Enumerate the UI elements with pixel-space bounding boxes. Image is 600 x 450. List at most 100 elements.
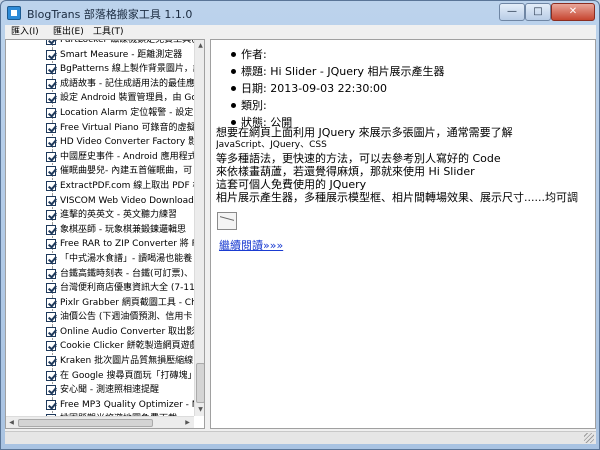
checkbox-checked-icon[interactable] — [46, 64, 56, 75]
window-title: BlogTrans 部落格搬家工具 1.1.0 — [27, 8, 193, 21]
vertical-scrollbar[interactable]: ▲ ▼ — [194, 40, 204, 416]
menu-tools[interactable]: 工具(T) — [93, 25, 124, 39]
post-list-item[interactable]: 進擊的英英文 - 英文聽力練習 — [6, 208, 194, 223]
scroll-left-icon[interactable]: ◀ — [6, 417, 17, 428]
meta-title-text: 標題: Hi Slider - JQuery 相片展示產生器 — [241, 65, 445, 78]
post-list-item[interactable]: Free RAR to ZIP Converter 將 RA — [6, 237, 194, 252]
meta-title: 標題: Hi Slider - JQuery 相片展示產生器 — [221, 63, 591, 80]
horizontal-scrollbar[interactable]: ◀ ▶ — [6, 416, 194, 428]
menu-export[interactable]: 匯出(E) — [53, 25, 84, 39]
post-list-item-label: 油價公告 (下週油價預測、信用卡 — [60, 312, 193, 323]
post-image-placeholder-icon — [217, 212, 237, 230]
post-list-item-label: VISCOM Web Video Downloader — [60, 195, 194, 206]
post-list-item[interactable]: 安心聞 - 測速照相速提醒 — [6, 383, 194, 398]
post-list-item[interactable]: PartLocker 磁碟機鎖定免費工具( — [6, 39, 194, 48]
checkbox-checked-icon[interactable] — [46, 356, 56, 367]
checkbox-checked-icon[interactable] — [46, 40, 56, 45]
post-list-item[interactable]: 象棋巫師 - 玩象棋兼鍛鍊邏輯思 — [6, 222, 194, 238]
post-list-item[interactable]: Free MP3 Quality Optimizer - MP — [6, 397, 194, 413]
checkbox-checked-icon[interactable] — [46, 370, 56, 381]
meta-category-text: 類別: — [241, 99, 267, 112]
post-list-item[interactable]: Pixlr Grabber 網頁截圖工具 - Chr — [6, 295, 194, 311]
checkbox-checked-icon[interactable] — [46, 49, 56, 60]
menu-bar: 匯入(I) 匯出(E) 工具(T) — [5, 25, 596, 39]
post-list-item-label: 中國歷史事件 - Android 應用程式 — [60, 151, 194, 162]
checkbox-checked-icon[interactable] — [46, 166, 56, 177]
checkbox-checked-icon[interactable] — [46, 297, 56, 308]
minimize-button[interactable]: — — [499, 3, 525, 21]
menu-import[interactable]: 匯入(I) — [11, 25, 39, 39]
post-list-item[interactable]: 在 Google 搜尋頁面玩「打磚塊」 — [6, 368, 194, 384]
status-bar — [5, 431, 596, 444]
checkbox-checked-icon[interactable] — [46, 385, 56, 396]
bullet-icon — [231, 52, 236, 57]
post-list-item[interactable]: 油價公告 (下週油價預測、信用卡 — [6, 310, 194, 325]
app-icon — [7, 6, 21, 20]
checkbox-checked-icon[interactable] — [46, 253, 56, 264]
post-list-item-label: Location Alarm 定位報警 - 設定鬧 — [60, 107, 194, 118]
post-list-item-label: 「中式湯水食譜」- 讀喝湯也能養 — [60, 253, 193, 264]
checkbox-checked-icon[interactable] — [46, 93, 56, 104]
title-bar[interactable]: BlogTrans 部落格搬家工具 1.1.0 — □ ✕ — [1, 1, 599, 25]
checkbox-checked-icon[interactable] — [46, 341, 56, 352]
post-list-item-label: Kraken 批次圖片品質無損壓縮線 — [60, 356, 194, 367]
resize-grip-icon[interactable] — [584, 433, 594, 443]
post-list-item[interactable]: 設定 Android 裝置管理員，由 Go — [6, 91, 194, 106]
post-list-item-label: 在 Google 搜尋頁面玩「打磚塊」 — [60, 370, 194, 381]
checkbox-checked-icon[interactable] — [46, 78, 56, 89]
post-list-item-label: ExtractPDF.com 線上取出 PDF 檔 — [60, 180, 194, 191]
checkbox-checked-icon[interactable] — [46, 107, 56, 118]
meta-author-text: 作者: — [241, 48, 267, 61]
checkbox-checked-icon[interactable] — [46, 210, 56, 221]
checkbox-checked-icon[interactable] — [46, 283, 56, 294]
checkbox-checked-icon[interactable] — [46, 151, 56, 162]
post-list-item[interactable]: Smart Measure - 距離測定器 — [6, 47, 194, 63]
post-list-item[interactable]: Free Virtual Piano 可錄音的虛擬鋼 — [6, 120, 194, 136]
post-list-item[interactable]: Location Alarm 定位報警 - 設定鬧 — [6, 105, 194, 121]
scroll-right-icon[interactable]: ▶ — [182, 417, 193, 428]
horizontal-scroll-thumb[interactable] — [18, 419, 153, 427]
vertical-scroll-thumb[interactable] — [196, 363, 204, 403]
post-list-item[interactable]: ExtractPDF.com 線上取出 PDF 檔 — [6, 178, 194, 194]
post-list-item[interactable]: 「中式湯水食譜」- 讀喝湯也能養 — [6, 251, 194, 267]
post-list-item-label: Pixlr Grabber 網頁截圖工具 - Chr — [60, 297, 194, 308]
checkbox-checked-icon[interactable] — [46, 399, 56, 410]
post-list-item[interactable]: VISCOM Web Video Downloader — [6, 193, 194, 209]
scroll-down-icon[interactable]: ▼ — [195, 404, 204, 415]
maximize-button[interactable]: □ — [525, 3, 551, 21]
post-list-item-label: 象棋巫師 - 玩象棋兼鍛鍊邏輯思 — [60, 224, 186, 235]
post-list-item-label: Free MP3 Quality Optimizer - MP — [60, 399, 194, 410]
checkbox-checked-icon[interactable] — [46, 180, 56, 191]
post-list-item[interactable]: 台鐵高鐵時刻表 - 台鐵(可訂票)、 — [6, 266, 194, 282]
post-body-line: 等多種語法，更快速的方法，可以去參考別人寫好的 Code — [216, 152, 501, 165]
post-list-item[interactable]: 台灣便利商店優惠資訊大全 (7-11 — [6, 281, 194, 296]
meta-date: 日期: 2013-09-03 22:30:00 — [221, 80, 591, 97]
meta-author: 作者: — [221, 46, 591, 63]
post-list-item[interactable]: 中國歷史事件 - Android 應用程式 — [6, 149, 194, 165]
bullet-icon — [231, 69, 236, 74]
checkbox-checked-icon[interactable] — [46, 137, 56, 148]
post-list-item-label: Free RAR to ZIP Converter 將 RA — [60, 239, 194, 250]
post-list-item-label: PartLocker 磁碟機鎖定免費工具( — [60, 39, 194, 45]
checkbox-checked-icon[interactable] — [46, 195, 56, 206]
close-button[interactable]: ✕ — [551, 3, 595, 21]
post-list-item[interactable]: HD Video Converter Factory 影片 — [6, 135, 194, 150]
post-list: PartLocker 磁碟機鎖定免費工具( Smart Measure - 距離測… — [6, 39, 194, 428]
post-list-item[interactable]: BgPatterns 線上製作背景圖片，讓 — [6, 62, 194, 77]
checkbox-checked-icon[interactable] — [46, 312, 56, 323]
checkbox-checked-icon[interactable] — [46, 224, 56, 235]
post-list-item[interactable]: 成語故事 - 記住成語用法的最佳應 — [6, 76, 194, 92]
checkbox-checked-icon[interactable] — [46, 326, 56, 337]
scroll-up-icon[interactable]: ▲ — [195, 40, 204, 51]
post-list-item[interactable]: Online Audio Converter 取出影片 — [6, 324, 194, 340]
read-more-link[interactable]: 繼續閱讀»»» — [219, 237, 283, 253]
post-list-item[interactable]: 催眠曲嬰兒- 內建五首催眠曲，可 — [6, 164, 194, 179]
checkbox-checked-icon[interactable] — [46, 268, 56, 279]
post-body-line: 相片展示產生器，多種展示模型框、相片間轉場效果、展示尺寸......均可調 — [216, 191, 578, 204]
post-list-item-label: Free Virtual Piano 可錄音的虛擬鋼 — [60, 122, 194, 133]
post-list-item[interactable]: Cookie Clicker 餅乾製造網頁遊戲 — [6, 339, 194, 355]
post-list-item[interactable]: Kraken 批次圖片品質無損壓縮線 — [6, 354, 194, 369]
checkbox-checked-icon[interactable] — [46, 239, 56, 250]
checkbox-checked-icon[interactable] — [46, 122, 56, 133]
post-list-item-label: 催眠曲嬰兒- 內建五首催眠曲，可 — [60, 166, 193, 177]
